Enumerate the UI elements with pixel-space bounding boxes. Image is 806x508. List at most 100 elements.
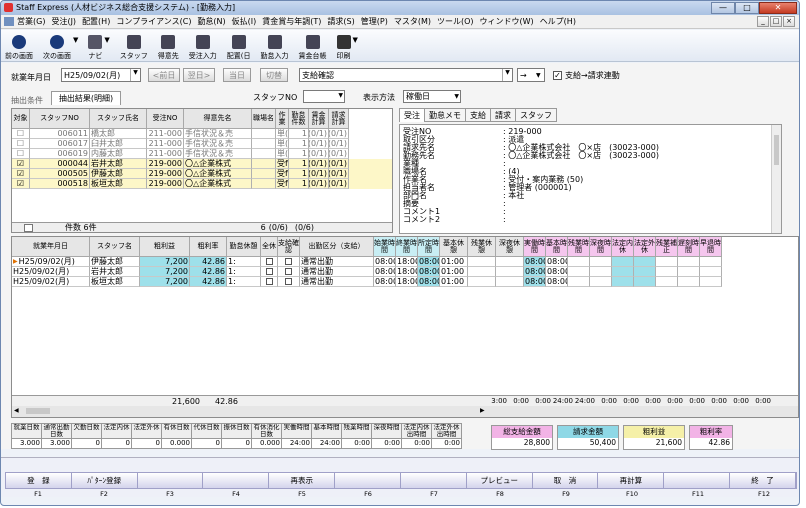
menu-item[interactable]: ウィンドウ(W) — [480, 16, 534, 27]
minimize-button[interactable]: — — [711, 1, 735, 14]
table-row[interactable]: ▶ H25/09/02(月) 伊藤太郎 7,200 42.86 1: 通常出勤 08:00 18… — [12, 257, 798, 267]
fkey-f5-button[interactable]: 再表示 — [269, 472, 336, 489]
lower-grid-hscroll[interactable]: ◀ ▶ — [12, 406, 798, 417]
fkey-f3-button[interactable] — [138, 472, 204, 489]
fkey-f1-button[interactable]: 登 録 — [6, 472, 72, 489]
checkbox-icon[interactable] — [285, 268, 292, 275]
mdi-restore-button[interactable]: □ — [770, 16, 782, 27]
column-header[interactable]: 始業時間 — [374, 237, 396, 257]
column-header[interactable]: 深夜時間 — [590, 237, 612, 257]
cell-check[interactable]: ☐ — [12, 139, 30, 149]
column-header[interactable]: 所定時間 — [418, 237, 440, 257]
select-all-checkbox[interactable] — [24, 223, 33, 232]
today-button[interactable]: 当日 — [223, 68, 251, 82]
scroll-thumb[interactable] — [26, 408, 50, 414]
column-header[interactable]: 早退時間 — [700, 237, 722, 257]
toolbar-button[interactable]: 次の画面 — [43, 31, 71, 61]
tab-0[interactable]: 受注 — [399, 108, 425, 122]
scroll-right-icon[interactable]: ▶ — [480, 407, 485, 414]
toolbar-button[interactable]: 配置(日 — [227, 31, 251, 61]
detail-scrollbar[interactable] — [771, 125, 781, 233]
fkey-f4-button[interactable] — [203, 472, 270, 489]
column-header[interactable]: 終業時間 — [396, 237, 418, 257]
column-header[interactable]: スタッフ名 — [90, 237, 140, 257]
fkey-f11-button[interactable] — [664, 472, 731, 489]
checkbox-icon[interactable]: ✓ — [553, 71, 562, 80]
fkey-f7-button[interactable] — [401, 472, 467, 489]
toolbar-button[interactable]: 賃金台帳 — [299, 31, 327, 61]
column-header[interactable]: スタッフ氏名 — [90, 109, 147, 129]
dropdown-arrow-icon[interactable]: ▼ — [353, 36, 358, 44]
column-header[interactable]: 就業年月日 — [12, 237, 90, 257]
dropdown-arrow-icon[interactable]: ▼ — [502, 69, 512, 81]
column-header[interactable]: 全休 — [261, 237, 278, 257]
cell-empty[interactable] — [261, 267, 278, 277]
table-row[interactable]: ☑ 000044 岩井太郎 219-000 〇△企業株式 受f 1 (0/1) (0/1) — [12, 159, 392, 169]
tab-2[interactable]: 支給 — [465, 108, 491, 122]
table-row[interactable]: ☐ 006019 内藤太郎 211-000 手信状況＆売 単(1 (0/1) (0/1) — [12, 149, 392, 159]
column-header[interactable]: 出勤区分（支給） — [300, 237, 374, 257]
fkey-f2-button[interactable]: ﾊﾟﾀｰﾝ登録 — [72, 472, 138, 489]
toolbar-button[interactable]: 勤怠入力 — [261, 31, 289, 61]
fkey-f8-button[interactable]: プレビュー — [467, 472, 533, 489]
column-header[interactable]: 対象 — [12, 109, 30, 129]
dropdown-arrow-icon[interactable]: ▼ — [130, 69, 140, 81]
cell-check[interactable]: ☐ — [12, 129, 30, 139]
menu-item[interactable]: コンプライアンス(C) — [116, 16, 191, 27]
menu-item[interactable]: 請求(S) — [327, 16, 354, 27]
tab-3[interactable]: 請求 — [490, 108, 516, 122]
cell-empty[interactable] — [278, 267, 300, 277]
fkey-f6-button[interactable] — [335, 472, 401, 489]
checkbox-icon[interactable] — [285, 278, 292, 285]
column-header[interactable]: 作業 — [276, 109, 289, 129]
menu-item[interactable]: 受注(J) — [51, 16, 76, 27]
toolbar-button[interactable]: 印刷 — [336, 31, 351, 61]
mdi-close-button[interactable]: × — [783, 16, 795, 27]
link-arrow-select[interactable]: → ▼ — [517, 68, 545, 82]
column-header[interactable]: 粗利益 — [140, 237, 190, 257]
table-row[interactable]: ☐ 006017 臼井太郎 211-000 手信状況＆売 単(1 (0/1) (0/1) — [12, 139, 392, 149]
menu-item[interactable]: 営業(G) — [17, 16, 45, 27]
column-header[interactable]: 勤怠休憩 — [227, 237, 261, 257]
table-row[interactable]: H25/09/02(月) 岩井太郎 7,200 42.86 1: 通常出勤 08:00 18:… — [12, 267, 798, 277]
toolbar-button[interactable]: 前の画面 — [5, 31, 33, 61]
menu-item[interactable]: ツール(O) — [437, 16, 474, 27]
menu-item[interactable]: 配置(H) — [82, 16, 110, 27]
switch-button[interactable]: 切替 — [260, 68, 288, 82]
column-header[interactable]: 受注NO — [147, 109, 184, 129]
fkey-f10-button[interactable]: 再計算 — [598, 472, 665, 489]
cell-empty[interactable] — [261, 257, 278, 267]
column-header[interactable]: 法定内休 — [612, 237, 634, 257]
scroll-thumb[interactable] — [774, 135, 779, 165]
table-row[interactable]: ☑ 000505 伊藤太郎 219-000 〇△企業株式 受f 1 (0/1) (0/1) — [12, 169, 392, 179]
column-header[interactable]: 支給確認 — [278, 237, 300, 257]
column-header[interactable]: 残業時間 — [568, 237, 590, 257]
column-header[interactable]: 実働時間 — [524, 237, 546, 257]
dropdown-arrow-icon[interactable]: ▼ — [338, 92, 343, 99]
dropdown-arrow-icon[interactable]: ▼ — [536, 72, 544, 79]
table-row[interactable]: ☑ 000518 板垣太郎 219-000 〇△企業株式 受f 1 (0/1) (0/1) — [12, 179, 392, 189]
cell-empty[interactable] — [278, 277, 300, 287]
menu-item[interactable]: 勤怠(N) — [197, 16, 225, 27]
toolbar-button[interactable]: 得意先 — [158, 31, 179, 61]
dropdown-arrow-icon[interactable]: ▼ — [104, 36, 109, 44]
column-header[interactable]: 請求計算 — [329, 109, 349, 129]
menu-item[interactable]: 管理(P) — [361, 16, 388, 27]
toolbar-button[interactable]: ナビ — [88, 31, 103, 61]
menu-item[interactable]: 仮払(I) — [232, 16, 257, 27]
menu-item[interactable]: 賃金賞与年調(T) — [262, 16, 321, 27]
tab-extract-result[interactable]: 抽出結果(明細) — [51, 91, 121, 105]
scroll-left-icon[interactable]: ◀ — [14, 407, 19, 414]
column-header[interactable]: 基本休憩 — [440, 237, 468, 257]
checkbox-icon[interactable] — [265, 278, 273, 285]
column-header[interactable]: 残業補正 — [656, 237, 678, 257]
close-button[interactable]: ✕ — [759, 1, 797, 14]
category-select[interactable]: 支給確認 ▼ — [299, 68, 513, 82]
display-select[interactable]: 稼働日 ▼ — [403, 90, 461, 103]
cell-check[interactable]: ☑ — [12, 179, 30, 189]
table-row[interactable]: H25/09/02(月) 板垣太郎 7,200 42.86 1: 通常出勤 08:00 18:… — [12, 277, 798, 287]
column-header[interactable]: 勤怠件数 — [289, 109, 309, 129]
menu-item[interactable]: ヘルプ(H) — [540, 16, 576, 27]
next-day-button[interactable]: 翌日> — [183, 68, 215, 82]
checkbox-icon[interactable] — [265, 258, 273, 265]
